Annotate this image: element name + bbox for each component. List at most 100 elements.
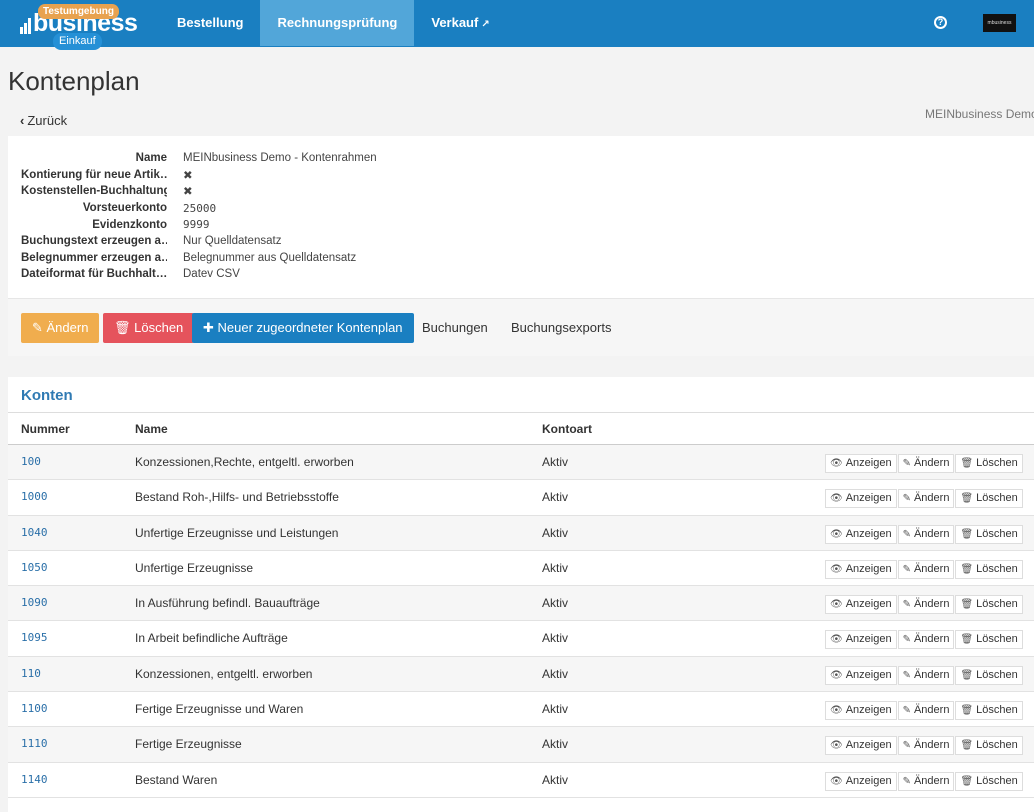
top-navbar: business Testumgebung Einkauf Bestellung…: [0, 0, 1034, 50]
edit-label: Ändern: [46, 320, 89, 335]
detail-label: Name: [135, 152, 167, 165]
row-delete-button[interactable]: 🗑 Löschen: [955, 595, 1023, 615]
delete-label: Löschen: [976, 774, 1018, 787]
column-header-name[interactable]: Name: [135, 422, 168, 436]
detail-row-evidenzkonto: Evidenzkonto 9999: [21, 216, 377, 233]
exports-link[interactable]: Buchungsexports: [511, 313, 611, 343]
delete-label: Löschen: [976, 562, 1018, 575]
help-icon[interactable]: ?: [934, 16, 947, 29]
nav-rechnungspruefung[interactable]: Rechnungsprüfung: [260, 0, 415, 46]
detail-value: 25000: [183, 201, 217, 215]
view-button[interactable]: 👁 Anzeigen: [825, 489, 897, 509]
account-type: Aktiv: [542, 737, 569, 752]
row-delete-button[interactable]: 🗑 Löschen: [955, 630, 1023, 650]
row-actions: 👁 Anzeigen ✎ Ändern 🗑 Löschen: [825, 771, 1024, 791]
row-edit-button[interactable]: ✎ Ändern: [897, 771, 955, 791]
trash-icon: 🗑: [960, 775, 974, 787]
row-edit-button[interactable]: ✎ Ändern: [897, 524, 955, 544]
detail-value: Datev CSV: [183, 268, 240, 281]
bookings-link[interactable]: Buchungen: [422, 313, 488, 343]
view-button[interactable]: 👁 Anzeigen: [825, 701, 897, 721]
row-delete-button[interactable]: 🗑 Löschen: [955, 454, 1023, 473]
edit-button[interactable]: ✎ Ändern: [21, 313, 100, 343]
external-link-icon: ↗: [481, 19, 490, 30]
row-edit-button[interactable]: ✎ Ändern: [897, 736, 955, 756]
account-number-link[interactable]: 1050: [21, 561, 48, 574]
row-delete-button[interactable]: 🗑 Löschen: [955, 701, 1023, 721]
divider: [8, 412, 1034, 413]
module-badge: Einkauf: [53, 33, 102, 50]
row-edit-button[interactable]: ✎ Ändern: [897, 454, 955, 473]
row-edit-button[interactable]: ✎ Ändern: [897, 489, 955, 509]
nav-verkauf[interactable]: Verkauf ↗: [414, 0, 506, 46]
pencil-icon: ✎: [32, 320, 47, 335]
view-button[interactable]: 👁 Anzeigen: [825, 771, 897, 791]
account-number-link[interactable]: 1095: [21, 631, 48, 644]
view-button[interactable]: 👁 Anzeigen: [825, 665, 897, 685]
view-button[interactable]: 👁 Anzeigen: [825, 559, 897, 579]
column-header-nummer[interactable]: Nummer: [21, 422, 70, 436]
back-label: Zurück: [27, 113, 68, 128]
view-button[interactable]: 👁 Anzeigen: [825, 630, 897, 650]
account-name: In Ausführung befindl. Bauaufträge: [135, 596, 320, 611]
row-actions: 👁 Anzeigen ✎ Ändern 🗑 Löschen: [825, 701, 1024, 721]
view-button[interactable]: 👁 Anzeigen: [825, 524, 897, 544]
column-header-kontoart[interactable]: Kontoart: [542, 422, 592, 436]
view-label: Anzeigen: [845, 774, 892, 787]
row-edit-button[interactable]: ✎ Ändern: [897, 630, 955, 650]
delete-label: Löschen: [976, 492, 1018, 505]
row-delete-button[interactable]: 🗑 Löschen: [955, 524, 1023, 544]
row-delete-button[interactable]: 🗑 Löschen: [955, 736, 1023, 756]
environment-badge: Testumgebung: [38, 4, 119, 19]
account-number-link[interactable]: 1090: [21, 596, 48, 609]
account-number-link[interactable]: 1110: [21, 737, 48, 750]
view-button[interactable]: 👁 Anzeigen: [825, 736, 897, 756]
tenant-name: MEINbusiness Demo: [925, 107, 1034, 121]
row-edit-button[interactable]: ✎ Ändern: [897, 595, 955, 615]
app-logo[interactable]: business Testumgebung Einkauf: [20, 4, 138, 50]
pencil-icon: ✎: [902, 528, 911, 540]
trash-icon: 🗑: [960, 528, 974, 540]
pencil-icon: ✎: [902, 458, 911, 469]
delete-button[interactable]: 🗑 Löschen: [103, 313, 195, 343]
account-number-link[interactable]: 1100: [21, 702, 48, 715]
view-button[interactable]: 👁 Anzeigen: [825, 595, 897, 615]
row-delete-button[interactable]: 🗑 Löschen: [955, 559, 1023, 579]
row-actions: 👁 Anzeigen ✎ Ändern 🗑 Löschen: [825, 559, 1024, 579]
back-link[interactable]: ‹ Zurück: [20, 113, 67, 128]
detail-row-kostenstellen: Kostenstellen-Buchhaltung ✖: [21, 183, 377, 200]
row-delete-button[interactable]: 🗑 Löschen: [955, 489, 1023, 509]
view-button[interactable]: 👁 Anzeigen: [825, 454, 897, 473]
table-row: 1100 Fertige Erzeugnisse und Waren Aktiv 👁 A…: [8, 692, 1034, 728]
table-row: 1095 In Arbeit befindliche Aufträge Aktiv 👁…: [8, 621, 1034, 657]
row-edit-button[interactable]: ✎ Ändern: [897, 701, 955, 721]
row-delete-button[interactable]: 🗑 Löschen: [955, 771, 1023, 791]
cross-icon: ✖: [183, 186, 193, 199]
eye-icon: 👁: [830, 493, 843, 505]
account-number-link[interactable]: 1000: [21, 490, 48, 503]
eye-icon: 👁: [830, 528, 843, 540]
account-number-link[interactable]: 1040: [21, 526, 48, 539]
account-number-link[interactable]: 1140: [21, 773, 48, 786]
accounts-title: Konten: [21, 387, 73, 404]
account-type: Aktiv: [542, 596, 569, 611]
row-actions: 👁 Anzeigen ✎ Ändern 🗑 Löschen: [825, 454, 1024, 473]
table-row: 1110 Fertige Erzeugnisse Aktiv 👁 Anzeigen ✎ Än…: [8, 727, 1034, 763]
view-label: Anzeigen: [845, 457, 892, 469]
account-number-link[interactable]: 100: [21, 455, 41, 468]
pencil-icon: ✎: [902, 705, 911, 717]
row-edit-button[interactable]: ✎ Ändern: [897, 559, 955, 579]
row-delete-button[interactable]: 🗑 Löschen: [955, 665, 1023, 685]
nav-bestellung[interactable]: Bestellung: [160, 0, 260, 46]
trash-icon: 🗑: [960, 740, 974, 752]
account-name: Fertige Erzeugnisse: [135, 737, 242, 752]
view-label: Anzeigen: [845, 527, 892, 540]
account-name: Bestand Roh-,Hilfs- und Betriebsstoffe: [135, 490, 339, 505]
new-plan-button[interactable]: ✚ Neuer zugeordneter Kontenplan: [192, 313, 414, 343]
table-row: 1090 In Ausführung befindl. Bauaufträge Ak…: [8, 586, 1034, 622]
edit-label: Ändern: [913, 457, 950, 469]
edit-label: Ändern: [913, 562, 950, 575]
avatar[interactable]: mbusiness: [983, 14, 1016, 32]
row-edit-button[interactable]: ✎ Ändern: [897, 665, 955, 685]
account-number-link[interactable]: 110: [21, 667, 41, 680]
